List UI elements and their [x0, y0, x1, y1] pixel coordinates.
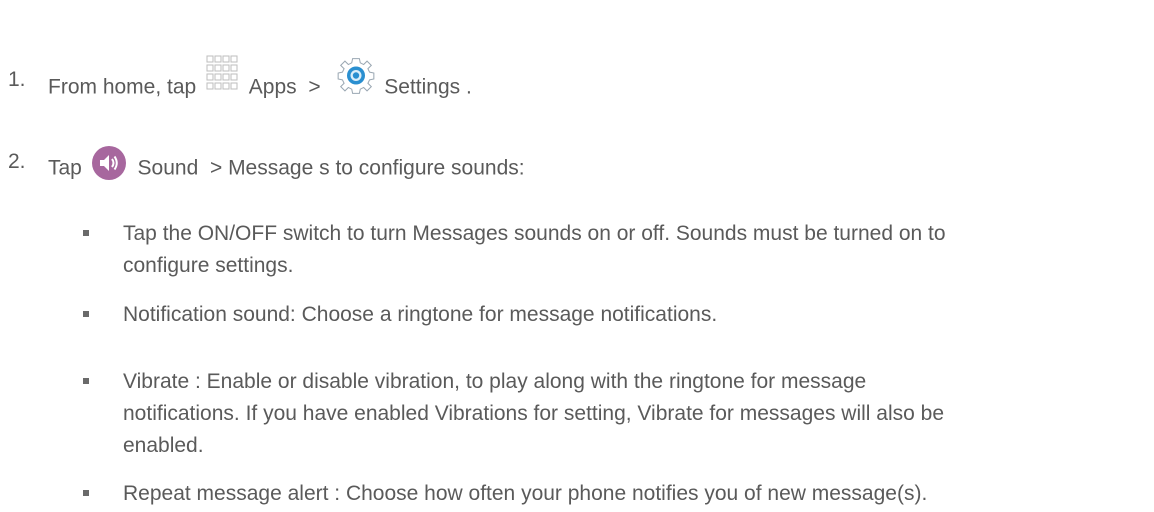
bullet-marker — [83, 378, 89, 384]
step-2-number: 2. — [8, 150, 26, 173]
speaker-icon — [90, 144, 128, 182]
bullet-marker — [83, 311, 89, 317]
gear-icon — [336, 56, 376, 96]
step-2-intro: Tap — [48, 156, 82, 180]
step-2-rest: to configure sounds: — [335, 156, 525, 180]
bullet-marker — [83, 490, 89, 496]
sound-label: Sound — [137, 156, 199, 180]
step-2-content: Tap Sound > Message s to configure sound… — [48, 146, 525, 188]
bullet-text: Repeat message alert : Choose how often … — [123, 482, 928, 505]
step-2-separator: > — [209, 156, 223, 180]
bullet-text: Vibrate : Enable or disable vibration, t… — [123, 370, 867, 393]
bullet-text: Tap the ON/OFF switch to turn Messages s… — [123, 222, 946, 245]
apps-label: Apps — [248, 75, 297, 99]
bullet-text: Notification sound: Choose a ringtone fo… — [123, 303, 718, 326]
bullet-text: notifications. If you have enabled Vibra… — [123, 402, 945, 425]
step-1-number: 1. — [8, 68, 26, 91]
step-1-end: . — [466, 75, 472, 99]
bullet-text: configure settings. — [123, 254, 294, 277]
step-1-intro: From home, tap — [48, 75, 197, 99]
messages-label: Message s — [228, 156, 330, 180]
bullet-marker — [83, 230, 89, 236]
bullet-text: enabled. — [123, 434, 204, 457]
settings-label: Settings — [384, 75, 461, 99]
step-1-separator: > — [308, 75, 321, 99]
step-1-content: From home, tap Apps > Settings . — [48, 55, 472, 108]
apps-grid-icon — [206, 55, 240, 93]
